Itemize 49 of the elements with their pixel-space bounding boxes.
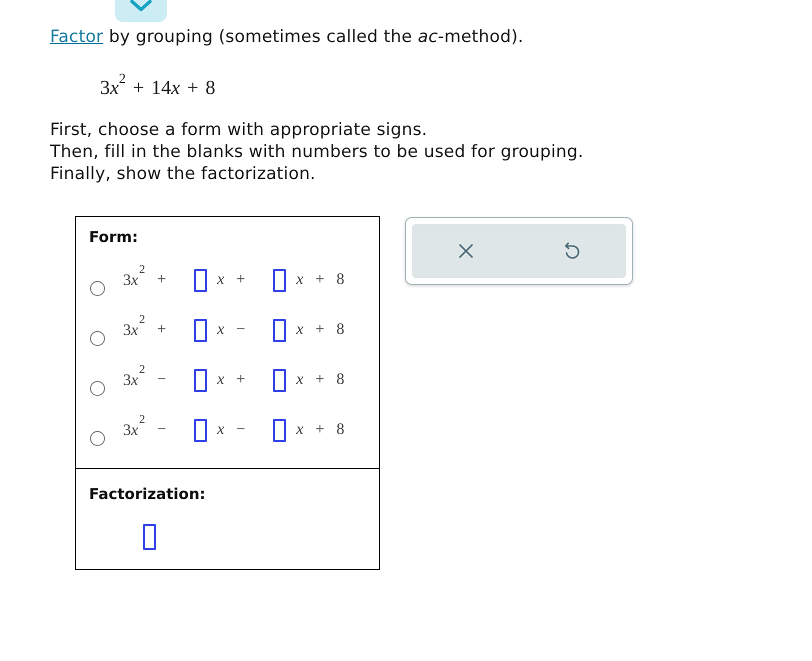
blank-field[interactable] <box>273 268 286 292</box>
blank-field[interactable] <box>194 418 208 442</box>
math-sign: + <box>315 420 324 440</box>
math-term: x <box>296 370 304 390</box>
collapse-tab[interactable] <box>115 0 167 22</box>
math-term: 8 <box>336 370 344 390</box>
answer-field[interactable] <box>143 524 156 550</box>
math-term: x <box>296 270 304 290</box>
prompt-text: Factor by grouping (sometimes called the ac-method). <box>50 26 525 48</box>
math-sign: − <box>157 370 166 390</box>
radio-button[interactable] <box>90 280 105 296</box>
math-term: 8 <box>336 420 344 440</box>
instruction-text: Finally, show the factorization. <box>50 163 317 185</box>
radio-button[interactable] <box>90 330 105 346</box>
math-sign: − <box>236 320 246 340</box>
close-icon <box>458 244 472 258</box>
form-label: Form: <box>89 228 139 246</box>
blank-field[interactable] <box>194 268 208 292</box>
polynomial-expression: 3x$^{2}$ + 14x + 8 <box>100 73 216 101</box>
math-sign: + <box>315 370 324 390</box>
math-term: x <box>217 320 224 340</box>
radio-button[interactable] <box>90 430 105 446</box>
radio-button[interactable] <box>90 380 105 396</box>
math-sign: + <box>157 320 166 340</box>
math-sign: − <box>157 420 166 440</box>
math-term: x <box>296 420 304 440</box>
math-term: x <box>217 270 224 290</box>
chevron-down-icon <box>129 0 153 12</box>
math-sign: + <box>157 270 166 290</box>
blank-field[interactable] <box>194 368 208 392</box>
blank-field[interactable] <box>273 418 286 442</box>
blank-field[interactable] <box>273 318 286 342</box>
factor-link[interactable]: Factor <box>50 27 104 47</box>
blank-field[interactable] <box>194 318 208 342</box>
math-sign: − <box>236 420 246 440</box>
math-sign: + <box>236 370 246 390</box>
math-term: x <box>296 320 304 340</box>
math-sign: + <box>236 270 246 290</box>
math-sign: + <box>315 270 324 290</box>
blank-field[interactable] <box>273 368 286 392</box>
instruction-text: First, choose a form with appropriate signs. <box>50 119 428 141</box>
math-term: 8 <box>336 320 344 340</box>
factorization-label: Factorization: <box>89 485 207 503</box>
circular-arrow-icon <box>564 242 581 260</box>
math-term: x <box>217 370 224 390</box>
math-term: x <box>217 420 224 440</box>
math-sign: + <box>315 320 324 340</box>
instruction-text: Then, fill in the blanks with numbers to be used for grouping. <box>50 141 585 163</box>
math-term: 8 <box>336 270 344 290</box>
